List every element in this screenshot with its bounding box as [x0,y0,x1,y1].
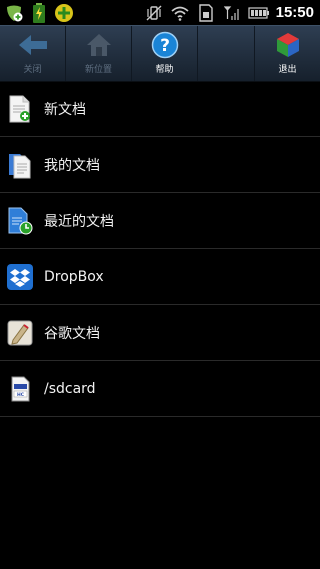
list-item-sdcard[interactable]: HC /sdcard [0,361,320,417]
back-button-label: 关闭 [23,65,42,75]
list-item-label: /sdcard [44,380,96,397]
signal-strength-icon [222,3,242,23]
svg-text:HC: HC [17,392,25,398]
document-source-list: 新文档 我的文档 最近的文档 DropBox 谷歌文档 HC /sdcard [0,81,320,417]
home-button[interactable]: 新位置 [66,26,132,81]
list-item-label: 新文档 [44,101,86,118]
recent-documents-icon [7,207,33,235]
status-clock: 15:50 [275,4,314,21]
exit-button-label: 退出 [278,65,297,75]
home-icon [83,30,115,60]
dropbox-icon [7,263,33,291]
list-item-dropbox[interactable]: DropBox [0,249,320,305]
list-item-new-document[interactable]: 新文档 [0,81,320,137]
list-item-recent-documents[interactable]: 最近的文档 [0,193,320,249]
list-item-label: DropBox [44,268,104,285]
my-documents-icon [7,151,33,179]
help-icon: ? [149,30,181,60]
back-button[interactable]: 关闭 [0,26,66,81]
list-item-google-docs[interactable]: 谷歌文档 [0,305,320,361]
list-item-label: 谷歌文档 [44,325,100,342]
exit-cube-icon [272,30,304,60]
wifi-icon [170,3,190,23]
sdcard-icon: HC [7,375,33,403]
toolbar: 关闭 新位置 ? 帮助 退出 [0,25,320,82]
new-document-icon [7,95,33,123]
battery-charging-icon [29,2,49,23]
security-shield-icon [4,3,24,23]
help-button[interactable]: ? 帮助 [132,26,198,81]
home-button-label: 新位置 [84,65,112,75]
battery-level-icon [248,3,270,23]
list-item-my-documents[interactable]: 我的文档 [0,137,320,193]
vibrate-icon [144,3,164,23]
help-button-label: 帮助 [155,65,174,75]
google-docs-icon [7,319,33,347]
sim-card-icon [196,3,216,23]
app-notification-icon [54,3,74,23]
exit-button[interactable]: 退出 [254,26,320,81]
back-arrow-icon [17,30,49,60]
list-item-label: 我的文档 [44,157,100,174]
svg-text:?: ? [160,36,170,56]
status-bar: 15:50 [0,0,320,25]
list-item-label: 最近的文档 [44,213,114,230]
